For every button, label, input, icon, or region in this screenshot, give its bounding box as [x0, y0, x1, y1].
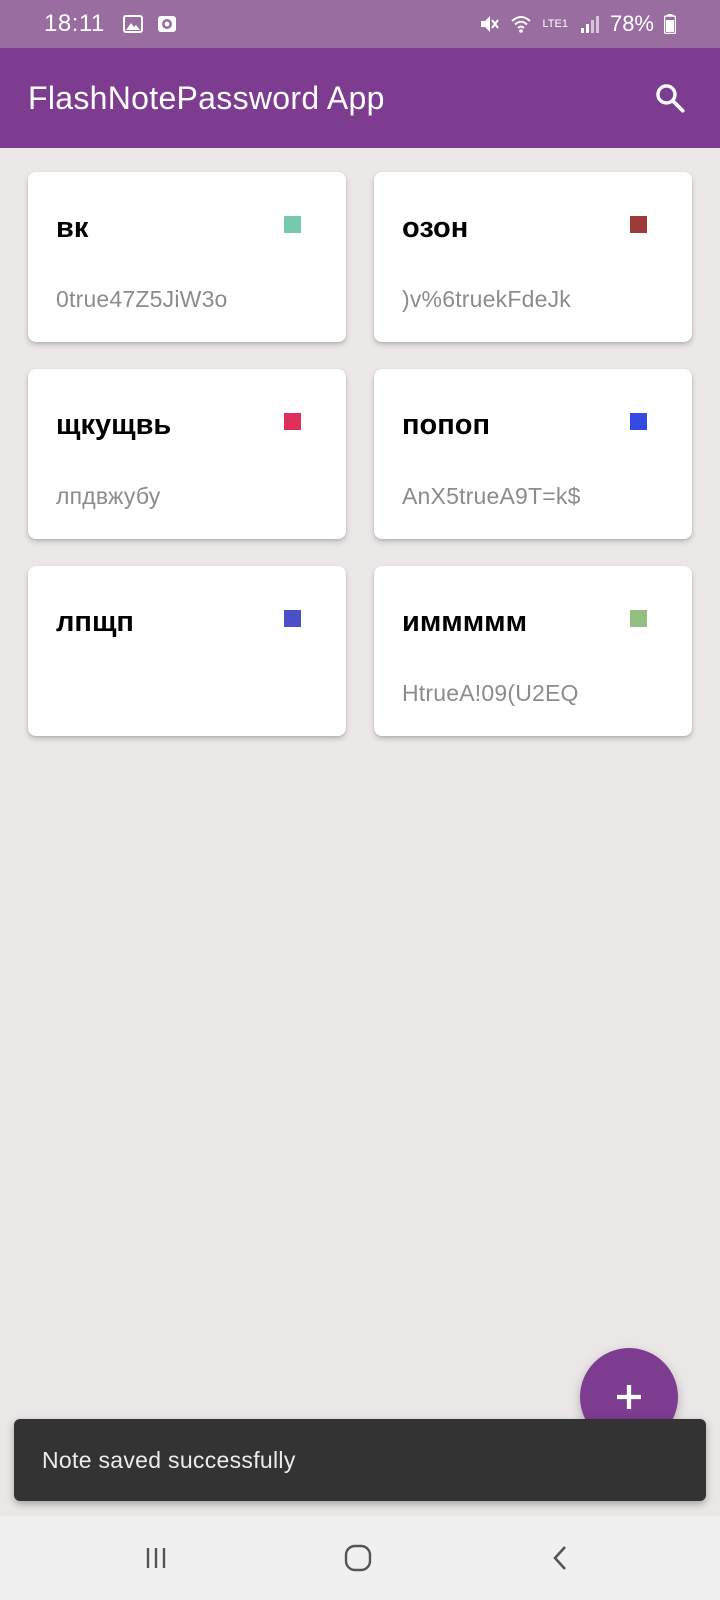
system-nav-bar [0, 1516, 720, 1600]
status-system-icons: LTE1 78% [478, 11, 676, 37]
note-title: вк [56, 212, 89, 244]
signal-icon [580, 16, 599, 33]
note-title: лпщп [56, 606, 134, 638]
back-icon [553, 1546, 566, 1570]
note-password: лпдвжубу [56, 483, 161, 509]
record-icon [157, 16, 176, 32]
plus-icon [617, 1385, 641, 1409]
note-password: AnX5trueA9T=k$ [402, 483, 581, 509]
note-card[interactable]: лпщп [28, 566, 346, 736]
note-color-square [284, 413, 301, 430]
note-password: HtrueA!09(U2EQ [402, 680, 579, 706]
note-color-square [630, 413, 647, 430]
snackbar-message: Note saved successfully [42, 1446, 296, 1473]
recents-icon [146, 1548, 166, 1568]
note-color-square [630, 610, 647, 627]
note-title: попоп [402, 409, 490, 441]
search-icon [656, 84, 685, 113]
note-card[interactable]: попоп AnX5trueA9T=k$ [374, 369, 692, 539]
status-bar: 18:11 LTE1 78% [0, 0, 720, 48]
status-notification-icons [122, 15, 177, 33]
note-title: щкущвь [56, 409, 172, 441]
note-title: иммммм [402, 606, 528, 638]
network-label: LTE1 [542, 17, 568, 30]
search-button[interactable] [648, 76, 692, 120]
home-button[interactable] [338, 1538, 378, 1578]
back-button[interactable] [540, 1538, 580, 1578]
note-card[interactable]: щкущвь лпдвжубу [28, 369, 346, 539]
image-icon [122, 15, 143, 33]
status-time: 18:11 [44, 10, 105, 37]
snackbar: Note saved successfully [14, 1419, 706, 1501]
note-password: 0true47Z5JiW3o [56, 286, 228, 312]
note-title: озон [402, 212, 469, 244]
battery-icon [664, 14, 676, 34]
note-color-square [284, 216, 301, 233]
note-color-square [630, 216, 647, 233]
notes-grid: вк 0true47Z5JiW3o озон )v%6truekFdeJk щк… [14, 148, 706, 748]
home-icon [344, 1544, 372, 1572]
mute-icon [481, 16, 500, 32]
note-password: )v%6truekFdeJk [402, 286, 571, 312]
note-card[interactable]: вк 0true47Z5JiW3o [28, 172, 346, 342]
recents-button[interactable] [136, 1538, 176, 1578]
wifi-icon [511, 16, 532, 33]
battery-percent: 78% [609, 11, 654, 36]
note-card[interactable]: озон )v%6truekFdeJk [374, 172, 692, 342]
app-title: FlashNotePassword App [28, 79, 385, 116]
note-card[interactable]: иммммм HtrueA!09(U2EQ [374, 566, 692, 736]
app-bar: FlashNotePassword App [0, 48, 720, 148]
note-color-square [284, 610, 301, 627]
